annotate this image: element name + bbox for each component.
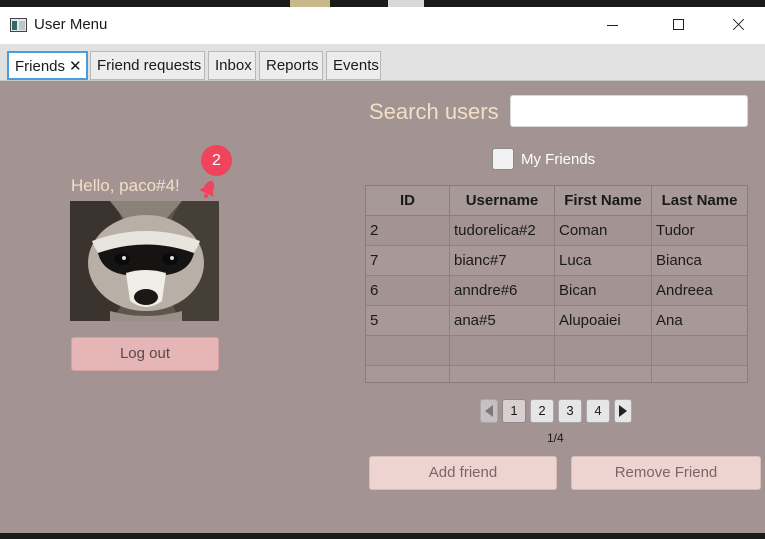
my-friends-checkbox[interactable] xyxy=(492,148,514,170)
raccoon-avatar xyxy=(70,201,219,321)
cell-last-name: Andreea xyxy=(656,282,713,299)
table-row[interactable]: 5 ana#5 Alupoaiei Ana xyxy=(366,306,747,336)
table-row-empty xyxy=(366,366,747,382)
tab-label: Inbox xyxy=(215,57,252,74)
tab-label: Reports xyxy=(266,57,319,74)
cell-last-name: Tudor xyxy=(656,222,695,239)
close-tab-icon[interactable]: ✕ xyxy=(69,58,82,75)
tab-friend-requests[interactable]: Friend requests xyxy=(90,51,205,80)
cell-username: ana#5 xyxy=(450,306,555,336)
logout-button[interactable]: Log out xyxy=(71,337,219,371)
app-window-icon xyxy=(10,18,27,32)
notification-badge[interactable]: 2 xyxy=(201,145,232,176)
table-header: ID Username First Name Last Name xyxy=(366,186,747,216)
table-row[interactable]: 2 tudorelica#2 Coman Tudor xyxy=(366,216,747,246)
users-table: ID Username First Name Last Name 2 tudor… xyxy=(365,185,748,383)
cell-id: 6 xyxy=(366,276,450,306)
cell-id: 5 xyxy=(366,306,450,336)
title-bar: User Menu xyxy=(0,7,765,44)
tab-label: Friend requests xyxy=(97,57,202,74)
minimize-icon xyxy=(607,25,618,26)
tab-events[interactable]: Events xyxy=(326,51,381,80)
search-label: Search users xyxy=(369,99,499,124)
window-title: User Menu xyxy=(34,16,108,33)
desktop-taskbar-item xyxy=(290,0,330,7)
tab-inbox[interactable]: Inbox xyxy=(208,51,256,80)
cell-id: 7 xyxy=(366,246,450,276)
maximize-icon xyxy=(673,19,684,30)
close-window-button[interactable] xyxy=(715,7,761,44)
cell-username: anndre#6 xyxy=(450,276,555,306)
greeting-text: Hello, paco#4! xyxy=(71,176,180,195)
page-button-2[interactable]: 2 xyxy=(530,399,554,423)
tab-reports[interactable]: Reports xyxy=(259,51,323,80)
tab-bar: Friends ✕ Friend requests Inbox Reports E… xyxy=(0,44,765,81)
table-row-empty xyxy=(366,336,747,366)
page-button-1[interactable]: 1 xyxy=(502,399,526,423)
bell-icon[interactable] xyxy=(198,177,220,199)
table-row[interactable]: 7 bianc#7 Luca Bianca xyxy=(366,246,747,276)
tab-label: Events xyxy=(333,57,379,74)
add-friend-button[interactable]: Add friend xyxy=(369,456,557,490)
cell-first-name: Luca xyxy=(555,246,652,276)
page-button-4[interactable]: 4 xyxy=(586,399,610,423)
page-info: 1/4 xyxy=(547,431,564,445)
cell-last-name: Bianca xyxy=(656,252,702,269)
desktop-bottom-strip xyxy=(0,533,765,539)
arrow-right-icon xyxy=(619,405,627,417)
desktop-top-strip xyxy=(0,0,765,7)
column-header-first-name[interactable]: First Name xyxy=(555,186,652,216)
page-button-3[interactable]: 3 xyxy=(558,399,582,423)
cell-first-name: Bican xyxy=(555,276,652,306)
tab-label: Friends xyxy=(15,58,66,75)
cell-first-name: Coman xyxy=(555,216,652,246)
minimize-button[interactable] xyxy=(590,7,636,44)
user-menu-window: User Menu Friends ✕ Friend requests Inbox… xyxy=(0,7,765,533)
tab-friends[interactable]: Friends ✕ xyxy=(7,51,88,80)
prev-page-button[interactable] xyxy=(480,399,498,423)
desktop-taskbar-item xyxy=(388,0,424,7)
cell-id: 2 xyxy=(366,216,450,246)
column-header-username[interactable]: Username xyxy=(450,186,555,216)
remove-friend-button[interactable]: Remove Friend xyxy=(571,456,761,490)
my-friends-label[interactable]: My Friends xyxy=(521,151,595,168)
next-page-button[interactable] xyxy=(614,399,632,423)
cell-first-name: Alupoaiei xyxy=(555,306,652,336)
cell-username: bianc#7 xyxy=(450,246,555,276)
search-input[interactable] xyxy=(510,95,748,127)
cell-username: tudorelica#2 xyxy=(450,216,555,246)
table-row[interactable]: 6 anndre#6 Bican Andreea xyxy=(366,276,747,306)
maximize-button[interactable] xyxy=(656,7,702,44)
arrow-left-icon xyxy=(485,405,493,417)
column-header-id[interactable]: ID xyxy=(366,186,450,216)
column-header-last-name[interactable]: Last Name xyxy=(652,186,747,216)
cell-last-name: Ana xyxy=(656,312,683,329)
